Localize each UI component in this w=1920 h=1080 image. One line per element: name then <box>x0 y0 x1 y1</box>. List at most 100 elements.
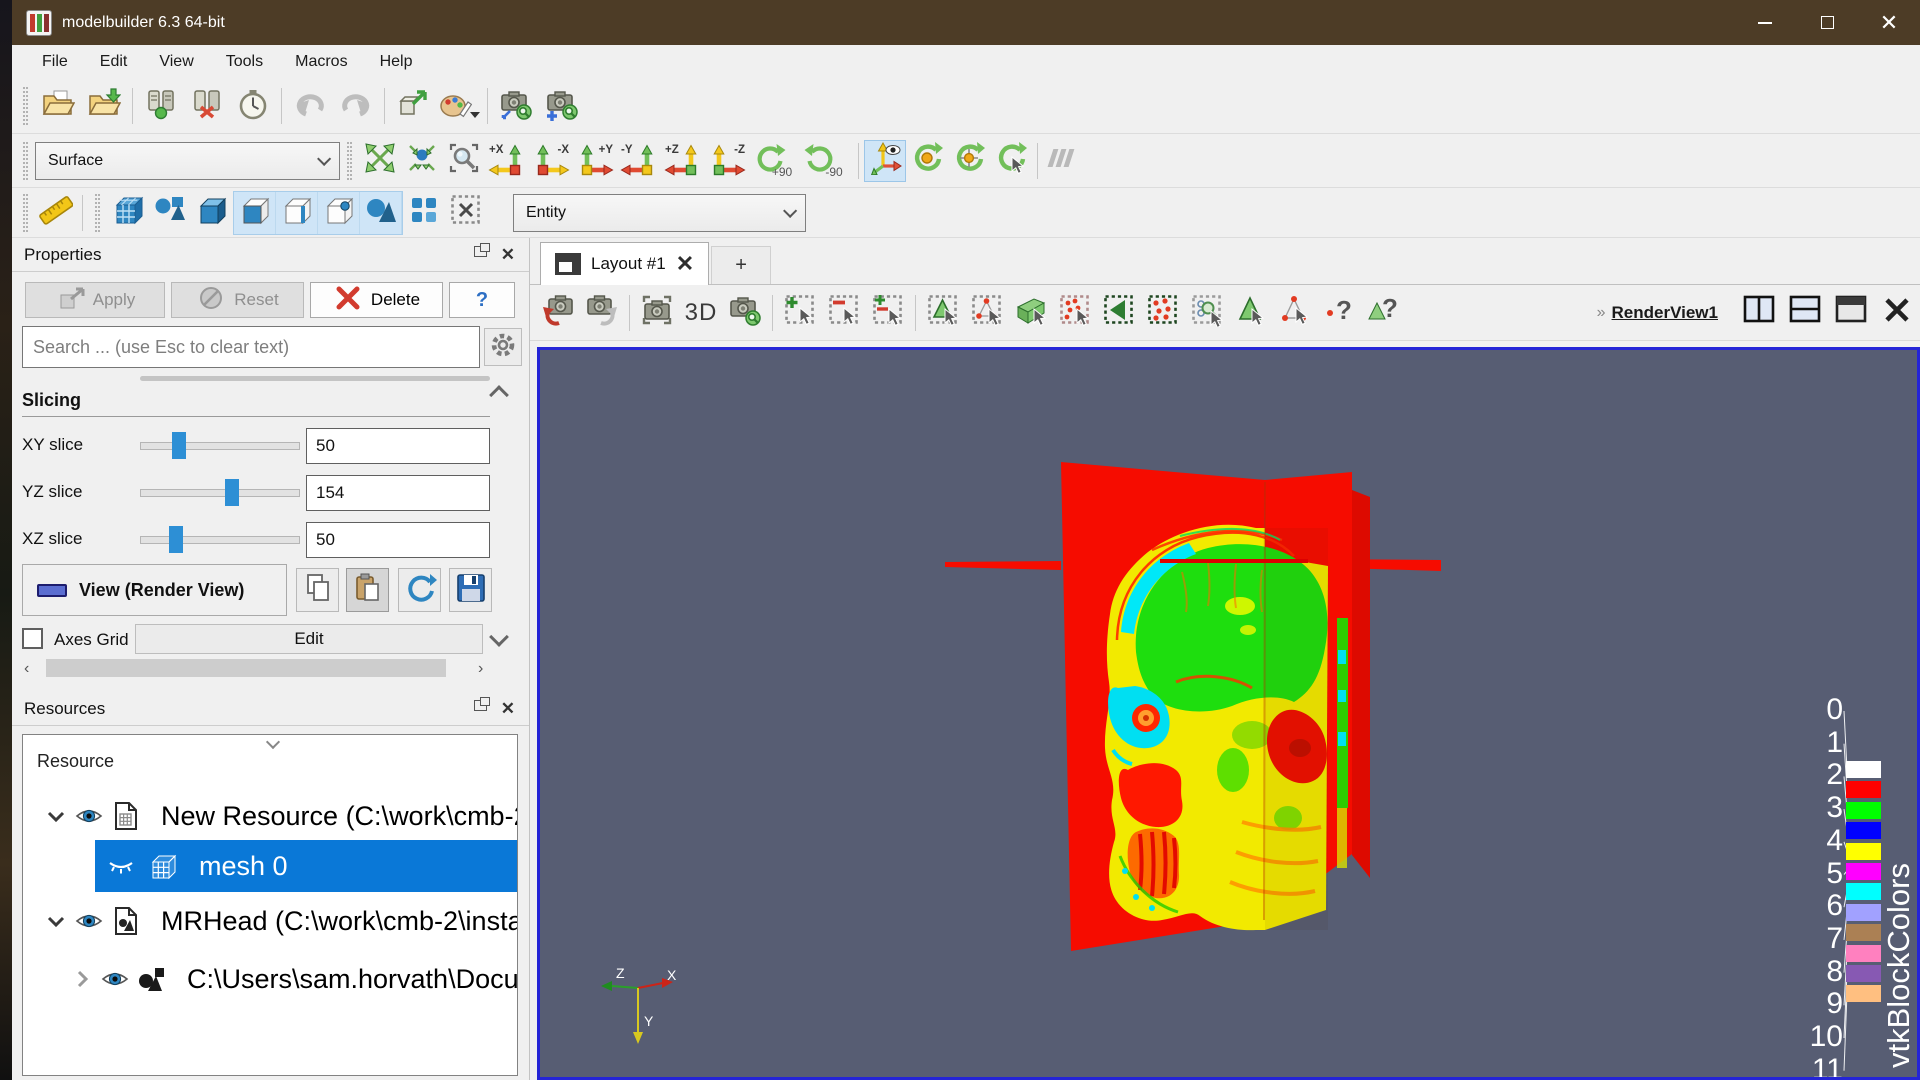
scroll-right-icon[interactable]: › <box>478 660 483 678</box>
save-defaults-button[interactable] <box>449 568 492 612</box>
menu-help[interactable]: Help <box>364 49 429 75</box>
cube-vertex-button[interactable] <box>318 192 360 234</box>
sel-plusminus-button[interactable] <box>866 291 910 335</box>
query-point-button[interactable]: ? <box>1317 291 1361 335</box>
toolbar-grip[interactable] <box>347 142 352 180</box>
sel-points-through-button[interactable] <box>1053 291 1097 335</box>
rotate-cw-button[interactable]: +90 <box>749 138 801 184</box>
cube-faces-button[interactable] <box>234 192 276 234</box>
reset-button[interactable]: Reset <box>171 282 304 318</box>
help-button[interactable]: ? <box>449 282 515 318</box>
color-palette-button[interactable] <box>436 83 482 129</box>
camera-add-button[interactable] <box>539 83 585 129</box>
copy-properties-button[interactable] <box>296 568 339 612</box>
sel-plus-button[interactable] <box>778 291 822 335</box>
timer-button[interactable] <box>230 83 276 129</box>
sel-cells-button[interactable] <box>921 291 965 335</box>
close-panel-icon[interactable]: ✕ <box>501 246 515 263</box>
menu-tools[interactable]: Tools <box>210 49 279 75</box>
connect-server-button[interactable] <box>138 83 184 129</box>
color-by-combobox[interactable]: Entity <box>513 194 806 232</box>
sel-interactive-button[interactable] <box>1185 291 1229 335</box>
split-vertical-button[interactable] <box>1782 292 1828 334</box>
slider-value-field[interactable]: 50 <box>306 428 490 464</box>
toolbar-grip[interactable] <box>23 142 28 180</box>
view-plusX-button[interactable]: +X <box>485 138 529 184</box>
close-view-button[interactable] <box>1874 292 1920 334</box>
rotate-dot-button[interactable] <box>906 140 948 182</box>
cam-undo-button[interactable] <box>536 291 580 335</box>
menu-edit[interactable]: Edit <box>84 49 144 75</box>
reset-camera-button[interactable] <box>359 140 401 182</box>
undo-button[interactable] <box>287 83 333 129</box>
paste-properties-button[interactable] <box>346 568 389 612</box>
export-scene-button[interactable] <box>390 83 436 129</box>
scroll-left-icon[interactable]: ‹ <box>24 660 29 678</box>
tree-row[interactable]: C:\Users\sam.horvath\Docu <box>23 953 517 1005</box>
toolbar-grip[interactable] <box>95 194 100 232</box>
float-panel-icon[interactable] <box>474 246 487 257</box>
query-cells-button[interactable]: ? <box>1361 291 1405 335</box>
axes-grid-edit-button[interactable]: Edit <box>135 624 483 654</box>
dashed-x-button[interactable] <box>445 192 487 234</box>
sel-block-button[interactable] <box>1097 291 1141 335</box>
split-horizontal-button[interactable] <box>1736 292 1782 334</box>
representation-combobox[interactable]: Surface <box>35 142 340 180</box>
minimize-button[interactable] <box>1734 0 1796 45</box>
shapes-button[interactable] <box>149 192 191 234</box>
apply-button[interactable]: Apply <box>25 282 165 318</box>
doc-shapes-icon[interactable] <box>107 906 145 936</box>
expander-icon[interactable] <box>67 968 97 990</box>
doc-mesh-icon[interactable] <box>107 801 145 831</box>
properties-scrollbar-horizontal[interactable] <box>140 376 490 381</box>
eye-open-icon[interactable] <box>71 802 107 830</box>
view-section-header[interactable]: View (Render View) <box>22 564 287 616</box>
eye-open-icon[interactable] <box>97 965 133 993</box>
tab-close-icon[interactable]: ✕ <box>676 251 694 277</box>
shapes-dark-icon[interactable] <box>133 964 171 994</box>
toolbar-grip[interactable] <box>23 87 28 125</box>
render-viewport[interactable]: X Y Z 01234567891011 vtkBlockColors <box>537 347 1920 1080</box>
eye-open-icon[interactable] <box>71 907 107 935</box>
hover-cells-button[interactable] <box>1229 291 1273 335</box>
close-panel-icon[interactable]: ✕ <box>501 700 515 717</box>
slider-track[interactable] <box>140 442 300 450</box>
sel-minus-button[interactable] <box>822 291 866 335</box>
axes-eye-button[interactable] <box>864 140 906 182</box>
redo-button[interactable] <box>333 83 379 129</box>
expander-icon[interactable] <box>41 805 71 827</box>
reload-properties-button[interactable] <box>398 568 441 612</box>
blue-dots-button[interactable] <box>403 192 445 234</box>
new-tab-button[interactable]: + <box>711 246 771 284</box>
menu-macros[interactable]: Macros <box>279 49 363 75</box>
hover-points-button[interactable] <box>1273 291 1317 335</box>
sel-block-points-button[interactable] <box>1141 291 1185 335</box>
ruler-button[interactable] <box>35 192 77 234</box>
close-button[interactable]: ✕ <box>1858 0 1920 45</box>
search-options-button[interactable] <box>484 328 522 366</box>
import-folder-button[interactable] <box>81 83 127 129</box>
cam-redo-button[interactable] <box>580 291 624 335</box>
tab-layout-1[interactable]: Layout #1 ✕ <box>540 242 709 285</box>
slider-value-field[interactable]: 50 <box>306 522 490 558</box>
slider-track[interactable] <box>140 536 300 544</box>
mesh-cube-button[interactable] <box>107 192 149 234</box>
view-minusY-button[interactable]: -Y <box>617 138 661 184</box>
toggle-3d-button[interactable]: 3D <box>679 291 723 335</box>
expander-icon[interactable] <box>41 910 71 932</box>
rotate-crosshair-button[interactable] <box>948 140 990 182</box>
view-plusY-button[interactable]: +Y <box>573 138 617 184</box>
hscroll-thumb[interactable] <box>46 659 446 677</box>
slider-track[interactable] <box>140 489 300 497</box>
palette-dropdown-icon[interactable] <box>470 112 480 118</box>
rotate-ccw-button[interactable]: -90 <box>801 138 853 184</box>
slider-handle[interactable] <box>225 479 239 506</box>
menu-file[interactable]: File <box>26 49 84 75</box>
toolbar-overflow-icon[interactable]: » <box>1597 304 1606 322</box>
toolbar-grip[interactable] <box>23 194 28 232</box>
tree-row[interactable]: MRHead (C:\work\cmb-2\insta <box>23 895 517 947</box>
sel-points-button[interactable] <box>965 291 1009 335</box>
scroll-up-icon[interactable] <box>489 385 509 405</box>
float-panel-icon[interactable] <box>474 700 487 711</box>
eye-closed-icon[interactable] <box>101 852 141 880</box>
